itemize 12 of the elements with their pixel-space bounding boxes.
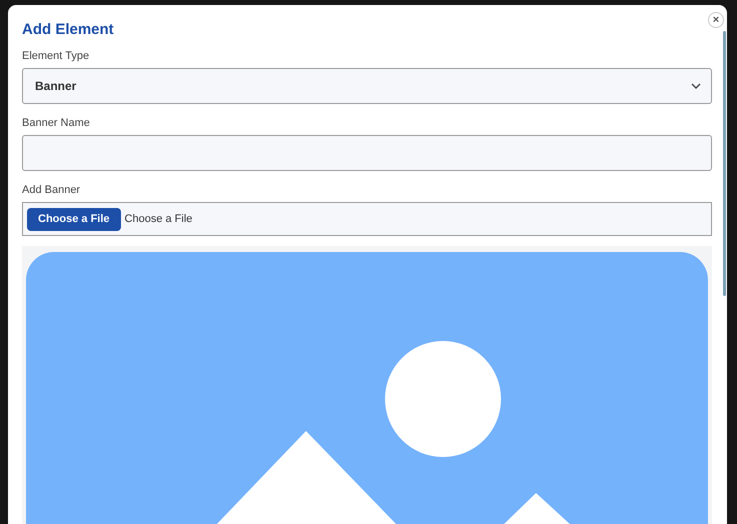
field-label: Add Banner [22, 183, 82, 197]
file-name: Choose a File [124, 213, 192, 225]
choose-file-button[interactable]: Choose a File [27, 208, 121, 230]
chevron-icon [691, 83, 701, 89]
input-field[interactable] [22, 135, 712, 171]
scrollbar[interactable] [723, 31, 726, 296]
close-button[interactable]: × [708, 12, 724, 28]
field-label: Element Type [22, 49, 90, 63]
element-type-select[interactable]: Banner [22, 68, 712, 104]
dialog-title: Add Element [22, 21, 115, 39]
field-label: Banner Name [22, 116, 91, 130]
file-field[interactable]: Choose a File Choose a File [22, 202, 712, 236]
